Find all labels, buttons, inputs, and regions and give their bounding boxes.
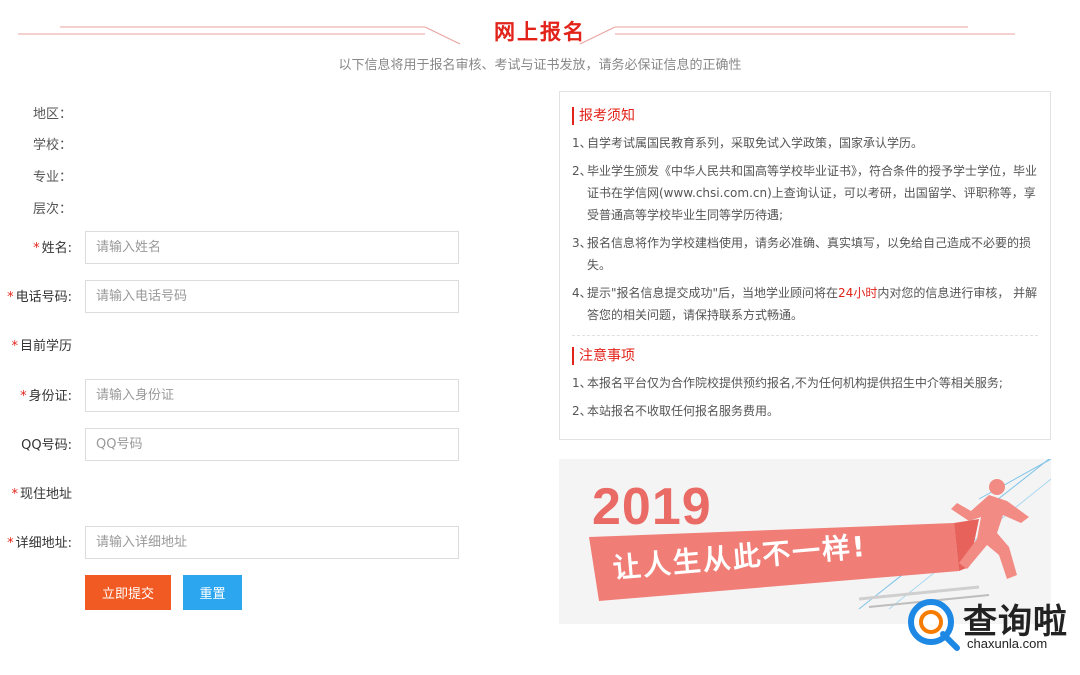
id-card-input[interactable] xyxy=(85,379,459,412)
id-card-label: * 身份证: xyxy=(20,389,72,404)
region-label: 地区： xyxy=(32,107,72,122)
submit-button[interactable]: 立即提交 xyxy=(85,575,171,610)
qq-input[interactable] xyxy=(85,428,459,461)
notice-item: 3、 报名信息将作为学校建档使用，请务必准确、真实填写，以免给自己造成不必要的损失… xyxy=(572,236,1032,272)
qq-label: QQ号码: xyxy=(21,438,72,453)
highlight-24h: 24小时 xyxy=(838,286,878,300)
level-label: 层次： xyxy=(32,202,72,217)
attention-item: 2、 本站报名不收取任何报名服务费用。 xyxy=(572,404,780,418)
required-mark: * xyxy=(7,290,14,305)
watermark: 查询啦 chaxunla.com xyxy=(905,590,1075,660)
address-label: * 详细地址: xyxy=(7,536,72,551)
required-mark: * xyxy=(7,536,14,551)
major-label: 专业： xyxy=(32,170,72,185)
banner-year: 2019 xyxy=(592,478,712,536)
notice-title: 报考须知 xyxy=(572,107,635,125)
attention-item: 1、 本报名平台仅为合作院校提供预约报名,不为任何机构提供招生中介等相关服务; xyxy=(572,376,1003,390)
attention-title: 注意事项 xyxy=(572,347,635,365)
name-input[interactable] xyxy=(85,231,459,264)
page-header: 网上报名 以下信息将用于报名审核、考试与证书发放，请务必保证信息的正确性 xyxy=(0,0,1080,80)
education-label: * 目前学历 xyxy=(11,339,72,354)
magnifier-q-icon xyxy=(908,599,960,651)
phone-input[interactable] xyxy=(85,280,459,313)
notice-item: 1、 自学考试属国民教育系列，采取免试入学政策，国家承认学历。 xyxy=(572,136,924,150)
notice-item: 4、 提示"报名信息提交成功"后，当地学业顾问将在24小时内对您的信息进行审核， … xyxy=(572,286,1038,322)
notice-item: 2、 毕业学生颁发《中华人民共和国高等学校毕业证书》，符合条件的授予学士学位，毕业… xyxy=(572,164,1038,222)
required-mark: * xyxy=(20,389,27,404)
page-title: 网上报名 xyxy=(494,20,586,44)
required-mark: * xyxy=(11,339,18,354)
watermark-domain: chaxunla.com xyxy=(967,636,1048,651)
name-label: * 姓名: xyxy=(33,241,72,256)
required-mark: * xyxy=(11,487,18,502)
address-input[interactable] xyxy=(85,526,459,559)
phone-label: * 电话号码: xyxy=(7,290,72,305)
school-label: 学校： xyxy=(32,138,72,153)
required-mark: * xyxy=(33,241,40,256)
reset-button[interactable]: 重置 xyxy=(183,575,242,610)
residence-label: * 现住地址 xyxy=(11,487,72,502)
notice-divider xyxy=(572,335,1038,336)
page-subtitle: 以下信息将用于报名审核、考试与证书发放，请务必保证信息的正确性 xyxy=(338,58,742,73)
notice-panel: 报考须知 1、 自学考试属国民教育系列，采取免试入学政策，国家承认学历。 2、 毕业… xyxy=(559,91,1051,440)
